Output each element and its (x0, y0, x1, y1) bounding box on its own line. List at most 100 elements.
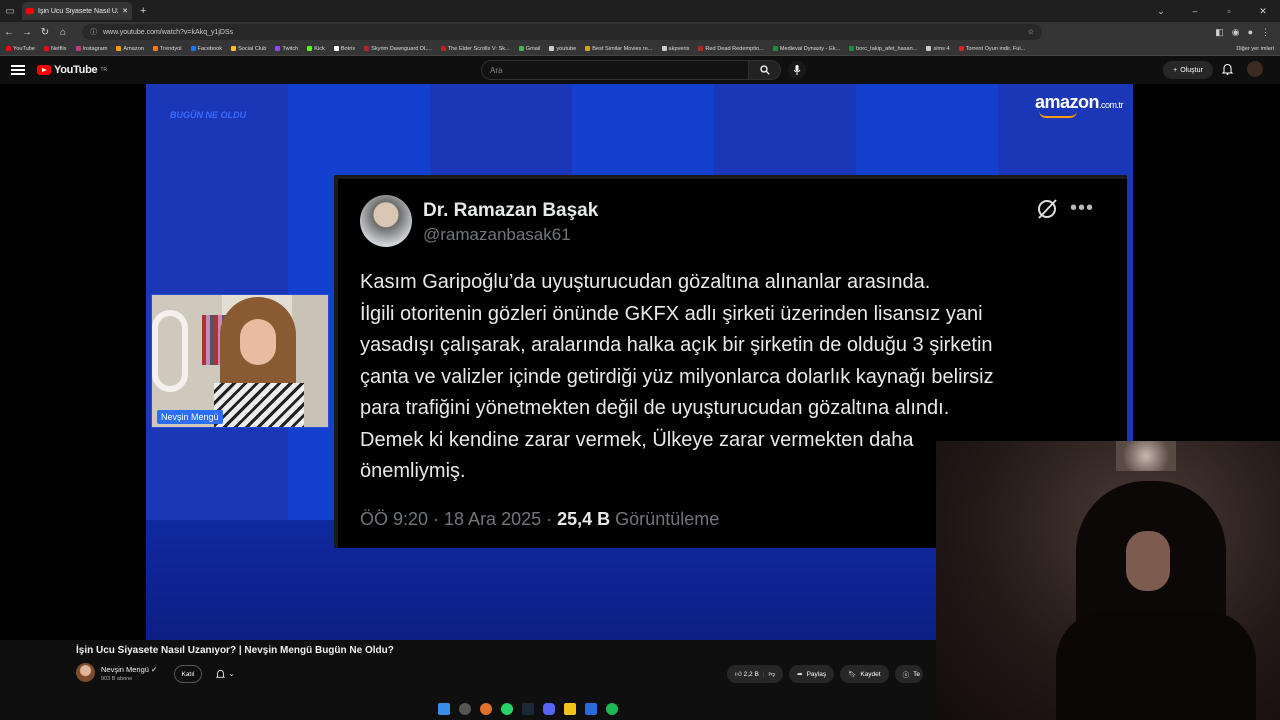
back-icon[interactable]: ← (0, 27, 18, 38)
create-button[interactable]: + Oluştur (1163, 61, 1213, 79)
bookmark-item[interactable]: Red Dead Redemptio... (698, 45, 764, 52)
reload-icon[interactable]: ↻ (36, 27, 54, 38)
bookmark-label: Red Dead Redemptio... (705, 45, 764, 52)
save-button[interactable]: 🔖︎ Kaydet (840, 665, 889, 683)
search-input[interactable]: Ara (481, 60, 749, 80)
thanks-icon: ⓢ (902, 672, 910, 679)
host-shirt (214, 383, 304, 427)
bookmark-label: Best Similar Movies re... (592, 45, 653, 52)
bookmark-item[interactable]: Kick (307, 46, 325, 52)
bookmark-item[interactable]: Torrent Oyun indir, Ful... (958, 46, 1025, 52)
bookmark-item[interactable]: Netflix (43, 46, 67, 52)
youtube-header: YouTube TR Ara + Oluştur (0, 56, 1280, 84)
bookmark-favicon-icon (231, 46, 237, 51)
channel-name[interactable]: Nevşin Mengü ✔ (101, 665, 157, 674)
notifications-bell-icon[interactable] (1222, 63, 1233, 75)
channel-avatar[interactable] (76, 663, 95, 682)
streamer-face (1126, 531, 1170, 591)
video-title: İşin Ucu Siyasete Nasıl Uzanıyor? | Nevş… (76, 645, 394, 656)
subscription-bell-button[interactable]: ⌄ (207, 665, 243, 683)
ring-light (152, 310, 188, 392)
search-bar: Ara (481, 60, 781, 80)
bookmark-favicon-icon (190, 46, 196, 51)
more-menu-icon[interactable]: ⋮ (1261, 27, 1270, 38)
join-button[interactable]: Katıl (174, 665, 202, 683)
file-explorer-icon[interactable] (564, 703, 576, 715)
site-info-icon[interactable]: ⓘ (90, 27, 97, 37)
minimize-icon[interactable]: – (1178, 6, 1212, 16)
bookmark-star-icon[interactable]: ☆ (1028, 28, 1034, 36)
discord-icon[interactable] (543, 703, 555, 715)
more-options-icon: ••• (1070, 197, 1095, 219)
steam-icon[interactable] (522, 703, 534, 715)
thanks-button[interactable]: ⓢ Te (894, 665, 923, 683)
bookmark-item[interactable]: Medieval Dynasty - Ek... (772, 46, 840, 52)
host-face (240, 319, 276, 365)
bookmark-item[interactable]: Best Similar Movies re... (585, 45, 653, 52)
bookmark-item[interactable]: Facebook (190, 46, 222, 52)
bookmark-item[interactable]: Social Club (231, 46, 266, 52)
video-actions: 👍︎ 2,2 B | 👎︎ ➦ Paylaş 🔖︎ Kaydet ⓢ Te (727, 665, 923, 683)
screenshot-icon[interactable]: ◉ (1232, 27, 1240, 38)
bookmark-label: Skyrim Dawnguard DL... (371, 45, 432, 52)
bookmark-favicon-icon (364, 46, 370, 51)
tweet-line: çanta ve valizler içinde getirdiği yüz m… (360, 365, 994, 388)
bookmark-item[interactable]: Botrix (333, 46, 355, 52)
bookmark-favicon-icon (75, 46, 81, 51)
thanks-label: Te (913, 670, 920, 678)
bookmark-item[interactable]: Amazon (116, 46, 144, 52)
bookmark-item[interactable]: akpveris (661, 45, 690, 52)
like-button[interactable]: 👍︎ 2,2 B (735, 670, 759, 678)
search-taskbar-icon[interactable] (459, 703, 471, 715)
bookmark-item[interactable]: Gmail (518, 46, 540, 52)
bookmark-item[interactable]: Instagram (75, 46, 107, 52)
window-controls: ⌄ – ▫ ✕ (1144, 0, 1280, 22)
home-icon[interactable]: ⌂ (54, 27, 72, 38)
verified-icon: ✔ (151, 665, 158, 674)
plus-icon: + (1173, 66, 1178, 74)
other-bookmarks[interactable]: Diğer yer imleri (1236, 46, 1280, 52)
share-button[interactable]: ➦ Paylaş (789, 665, 835, 683)
tab-menu-icon[interactable]: ▭ (0, 0, 20, 22)
bookmark-label: The Elder Scrolls V: Sk... (447, 45, 510, 52)
bookmark-item[interactable]: sims 4 (926, 46, 950, 52)
tweet-line: para trafiğini yönetmekten değil de uyuş… (360, 397, 950, 419)
tab-close-icon[interactable]: ✕ (122, 7, 128, 15)
bookmark-item[interactable]: borc_takip_afet_hasan... (849, 46, 917, 52)
voice-search-button[interactable] (788, 61, 806, 79)
bookmark-item[interactable]: Skyrim Dawnguard DL... (364, 46, 432, 52)
bookmark-item[interactable]: Trendyol (152, 46, 182, 52)
maximize-icon[interactable]: ▫ (1212, 6, 1246, 16)
bookmark-favicon-icon (549, 46, 555, 51)
extension-icon[interactable]: ◧ (1215, 27, 1224, 38)
hamburger-menu-icon[interactable] (11, 65, 25, 75)
browser-tab[interactable]: İşin Ucu Siyasete Nasıl Uzan ✕ (22, 2, 132, 20)
bookmark-favicon-icon (333, 46, 339, 51)
account-avatar[interactable] (1247, 61, 1263, 77)
dislike-button[interactable]: 👎︎ (769, 670, 776, 678)
whatsapp-icon[interactable] (501, 703, 513, 715)
like-count: 2,2 B (743, 671, 759, 678)
bookmark-label: akpveris (668, 45, 690, 52)
bookmark-favicon-icon (849, 46, 855, 51)
youtube-logo[interactable]: YouTube TR (37, 64, 107, 76)
firefox-icon[interactable] (480, 703, 492, 715)
tweet-views-label: Görüntüleme (610, 509, 720, 529)
bookmark-item[interactable]: YouTube (6, 46, 35, 52)
bookmark-label: youtube (556, 45, 577, 52)
search-button[interactable] (749, 60, 781, 80)
url-field[interactable]: ⓘ www.youtube.com/watch?v=kAkq_y1jDSs ☆ (82, 24, 1042, 40)
tweet-meta: ÖÖ 9:20 · 18 Ara 2025 · 25,4 B Görüntüle… (360, 509, 719, 530)
tab-search-icon[interactable]: ⌄ (1144, 6, 1178, 17)
bookmark-item[interactable]: The Elder Scrolls V: Sk... (440, 45, 510, 52)
spotify-icon[interactable] (606, 703, 618, 715)
close-window-icon[interactable]: ✕ (1246, 6, 1280, 17)
forward-icon[interactable]: → (18, 27, 36, 38)
windows-start-icon[interactable] (438, 703, 450, 715)
profile-icon[interactable]: ● (1248, 27, 1253, 38)
new-tab-icon[interactable]: + (140, 5, 146, 17)
bookmark-item[interactable]: youtube (549, 46, 576, 52)
mail-icon[interactable] (585, 703, 597, 715)
tweet-line: yasadışı çalışarak, aralarında halka açı… (360, 334, 993, 356)
bookmark-item[interactable]: Twitch (275, 46, 298, 52)
